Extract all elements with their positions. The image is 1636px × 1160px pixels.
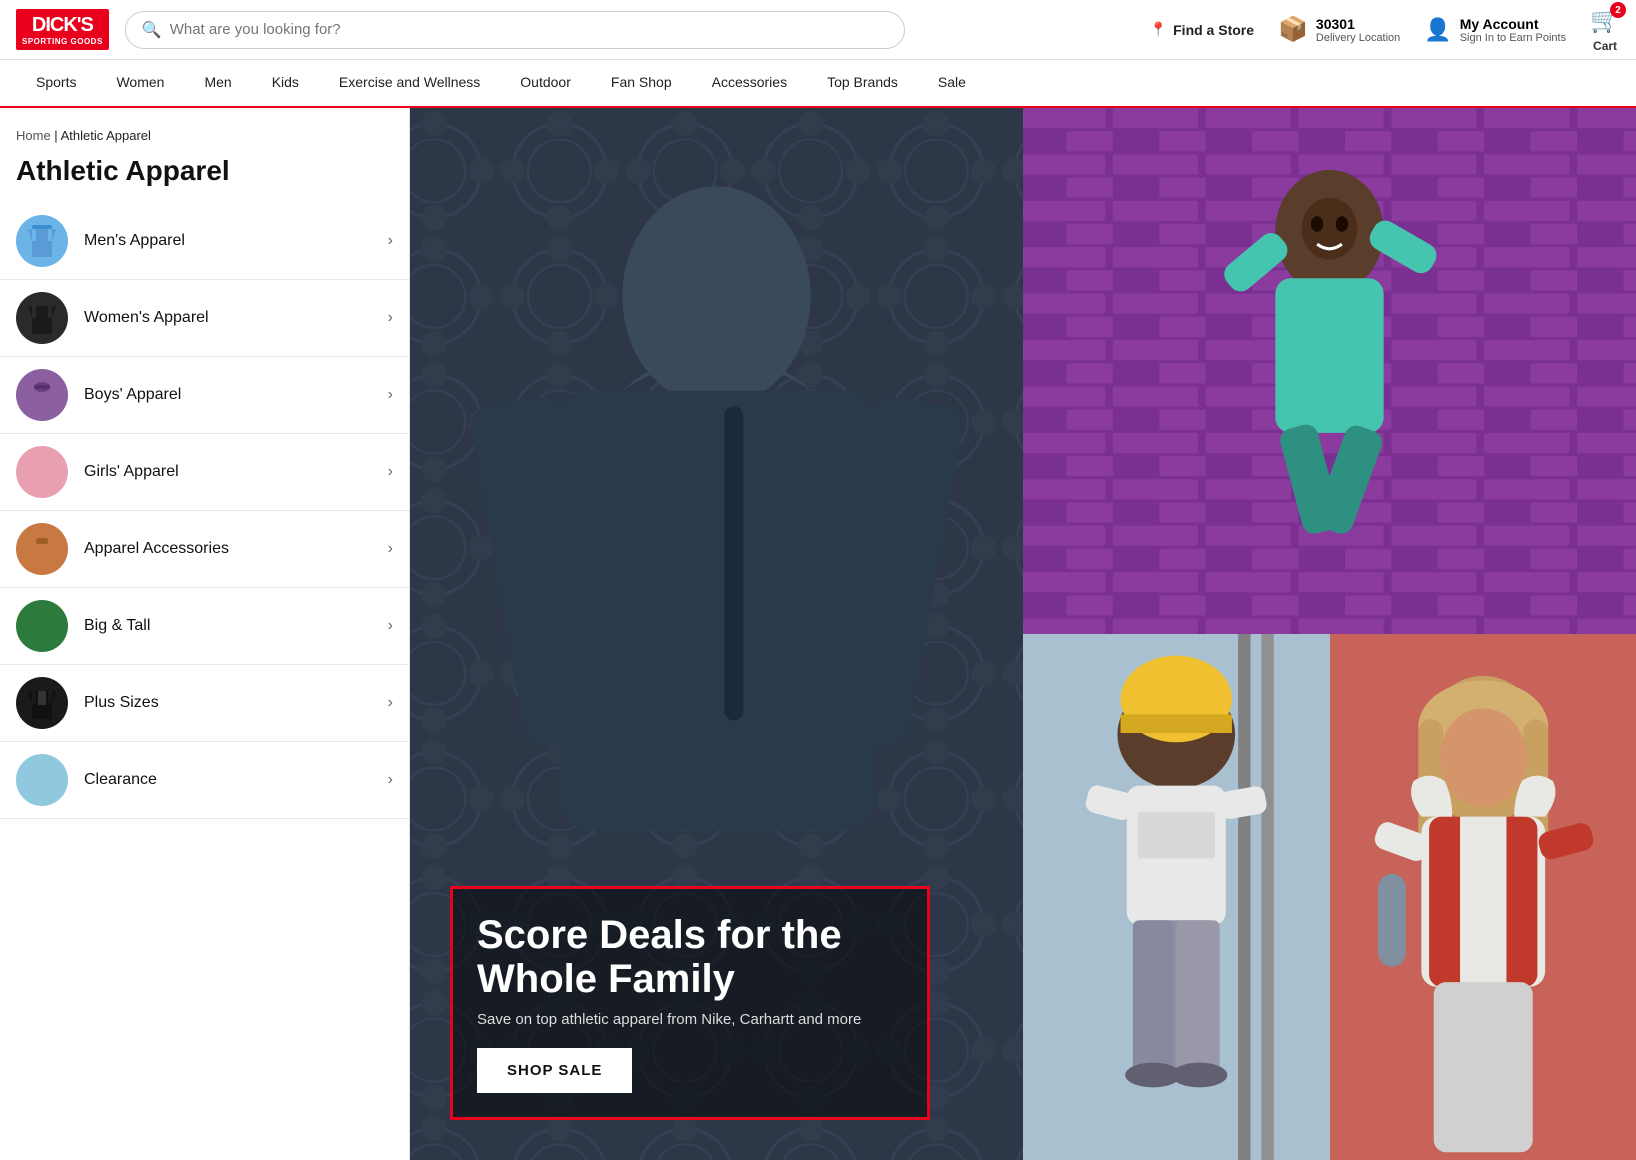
search-input[interactable] bbox=[170, 21, 888, 38]
delivery-icon: 📦 bbox=[1278, 15, 1308, 44]
store-icon: 📍 bbox=[1150, 21, 1167, 38]
sidebar: Home | Athletic Apparel Athletic Apparel… bbox=[0, 108, 410, 1160]
logo-sub: SPORTING GOODS bbox=[22, 37, 103, 47]
sidebar-thumb-womens bbox=[16, 292, 68, 344]
sidebar-label-mens: Men's Apparel bbox=[84, 232, 388, 250]
breadcrumb: Home | Athletic Apparel bbox=[0, 124, 409, 151]
sidebar-item-boys-apparel[interactable]: Boys' Apparel › bbox=[0, 357, 409, 434]
sidebar-label-boys: Boys' Apparel bbox=[84, 386, 388, 404]
search-bar[interactable]: 🔍 bbox=[125, 11, 905, 49]
sidebar-item-womens-apparel[interactable]: Women's Apparel › bbox=[0, 280, 409, 357]
chevron-icon-mens: › bbox=[388, 232, 393, 250]
account-link[interactable]: 👤 My Account Sign In to Earn Points bbox=[1424, 16, 1566, 44]
hero-panel-top-right bbox=[1023, 108, 1636, 634]
promo-box: Score Deals for the Whole Family Save on… bbox=[450, 886, 930, 1120]
breadcrumb-sep: | bbox=[51, 128, 61, 143]
hero-panel-kid bbox=[1023, 634, 1330, 1160]
sidebar-thumb-plussizes bbox=[16, 677, 68, 729]
sidebar-item-big-tall[interactable]: Big & Tall › bbox=[0, 588, 409, 665]
sidebar-thumb-mens bbox=[16, 215, 68, 267]
nav-bar: Sports Women Men Kids Exercise and Welln… bbox=[0, 60, 1636, 108]
cart-badge: 2 bbox=[1610, 2, 1626, 18]
sidebar-item-clearance[interactable]: Clearance › bbox=[0, 742, 409, 819]
sidebar-label-accessories: Apparel Accessories bbox=[84, 540, 388, 558]
nav-item-women[interactable]: Women bbox=[96, 60, 184, 106]
nav-item-accessories[interactable]: Accessories bbox=[692, 60, 807, 106]
sidebar-item-mens-apparel[interactable]: Men's Apparel › bbox=[0, 203, 409, 280]
sidebar-thumb-girls bbox=[16, 446, 68, 498]
nav-item-sports[interactable]: Sports bbox=[16, 60, 96, 106]
sidebar-thumb-accessories bbox=[16, 523, 68, 575]
breadcrumb-current: Athletic Apparel bbox=[61, 128, 151, 143]
sidebar-item-girls-apparel[interactable]: Girls' Apparel › bbox=[0, 434, 409, 511]
chevron-icon-bigtall: › bbox=[388, 617, 393, 635]
logo[interactable]: DICK'S SPORTING GOODS bbox=[16, 9, 109, 51]
nav-item-exercise[interactable]: Exercise and Wellness bbox=[319, 60, 500, 106]
sidebar-label-girls: Girls' Apparel bbox=[84, 463, 388, 481]
find-store-link[interactable]: 📍 Find a Store bbox=[1150, 21, 1254, 38]
delivery-location[interactable]: 📦 30301 Delivery Location bbox=[1278, 15, 1400, 44]
cart-link[interactable]: 🛒 2 Cart bbox=[1590, 6, 1620, 53]
nav-item-outdoor[interactable]: Outdoor bbox=[500, 60, 591, 106]
sidebar-label-clearance: Clearance bbox=[84, 771, 388, 789]
sidebar-label-womens: Women's Apparel bbox=[84, 309, 388, 327]
sidebar-label-bigtall: Big & Tall bbox=[84, 617, 388, 635]
hero-area: Score Deals for the Whole Family Save on… bbox=[410, 108, 1636, 1160]
chevron-icon-clearance: › bbox=[388, 771, 393, 789]
chevron-icon-plussizes: › bbox=[388, 694, 393, 712]
logo-brand: DICK'S bbox=[22, 13, 103, 37]
breadcrumb-home[interactable]: Home bbox=[16, 128, 51, 143]
account-sub: Sign In to Earn Points bbox=[1460, 32, 1566, 44]
account-label: My Account bbox=[1460, 16, 1566, 32]
delivery-text: 30301 Delivery Location bbox=[1316, 16, 1400, 44]
sidebar-title: Athletic Apparel bbox=[0, 151, 409, 203]
delivery-label: Delivery Location bbox=[1316, 32, 1400, 44]
account-icon: 👤 bbox=[1424, 17, 1451, 43]
delivery-zip: 30301 bbox=[1316, 16, 1400, 32]
nav-item-topbrands[interactable]: Top Brands bbox=[807, 60, 918, 106]
chevron-icon-boys: › bbox=[388, 386, 393, 404]
cart-label: Cart bbox=[1593, 39, 1617, 53]
find-store-label: Find a Store bbox=[1173, 22, 1254, 38]
sidebar-thumb-boys bbox=[16, 369, 68, 421]
nav-item-fanshop[interactable]: Fan Shop bbox=[591, 60, 692, 106]
hero-panel-main: Score Deals for the Whole Family Save on… bbox=[410, 108, 1023, 1160]
account-text: My Account Sign In to Earn Points bbox=[1460, 16, 1566, 44]
promo-subtitle: Save on top athletic apparel from Nike, … bbox=[477, 1011, 903, 1028]
sidebar-thumb-bigtall bbox=[16, 600, 68, 652]
sidebar-item-plus-sizes[interactable]: Plus Sizes › bbox=[0, 665, 409, 742]
sidebar-label-plussizes: Plus Sizes bbox=[84, 694, 388, 712]
chevron-icon-womens: › bbox=[388, 309, 393, 327]
nav-item-men[interactable]: Men bbox=[184, 60, 251, 106]
nav-item-kids[interactable]: Kids bbox=[252, 60, 319, 106]
chevron-icon-girls: › bbox=[388, 463, 393, 481]
sidebar-thumb-clearance bbox=[16, 754, 68, 806]
chevron-icon-accessories: › bbox=[388, 540, 393, 558]
promo-title: Score Deals for the Whole Family bbox=[477, 913, 903, 1001]
search-icon: 🔍 bbox=[142, 20, 162, 40]
hero-panel-bottom-right bbox=[1023, 634, 1636, 1160]
main-content: Home | Athletic Apparel Athletic Apparel… bbox=[0, 108, 1636, 1160]
shop-sale-button[interactable]: SHOP SALE bbox=[477, 1048, 632, 1093]
header-actions: 📍 Find a Store 📦 30301 Delivery Location… bbox=[1150, 6, 1620, 53]
nav-item-sale[interactable]: Sale bbox=[918, 60, 986, 106]
hero-panel-woman bbox=[1330, 634, 1636, 1160]
header: DICK'S SPORTING GOODS 🔍 📍 Find a Store 📦… bbox=[0, 0, 1636, 60]
sidebar-item-apparel-accessories[interactable]: Apparel Accessories › bbox=[0, 511, 409, 588]
